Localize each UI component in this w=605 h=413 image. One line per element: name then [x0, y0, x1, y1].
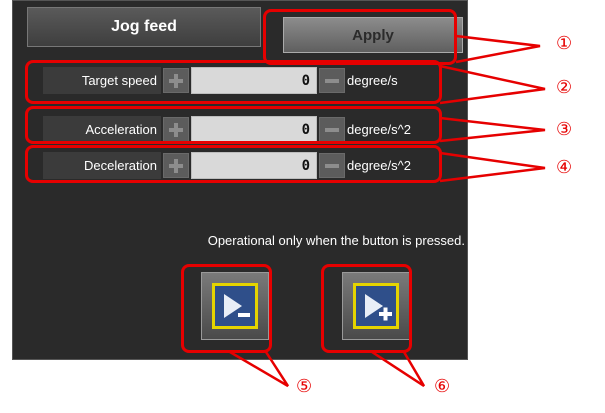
callout-number-4: ④	[556, 157, 573, 177]
callout-number-6: ⑥	[434, 376, 451, 396]
callout-leader-lines	[229, 34, 546, 388]
callout-number-3: ③	[556, 119, 573, 139]
callout-number-5: ⑤	[296, 376, 313, 396]
callout-number-2: ②	[556, 77, 573, 97]
callout-number-1: ①	[556, 33, 573, 53]
